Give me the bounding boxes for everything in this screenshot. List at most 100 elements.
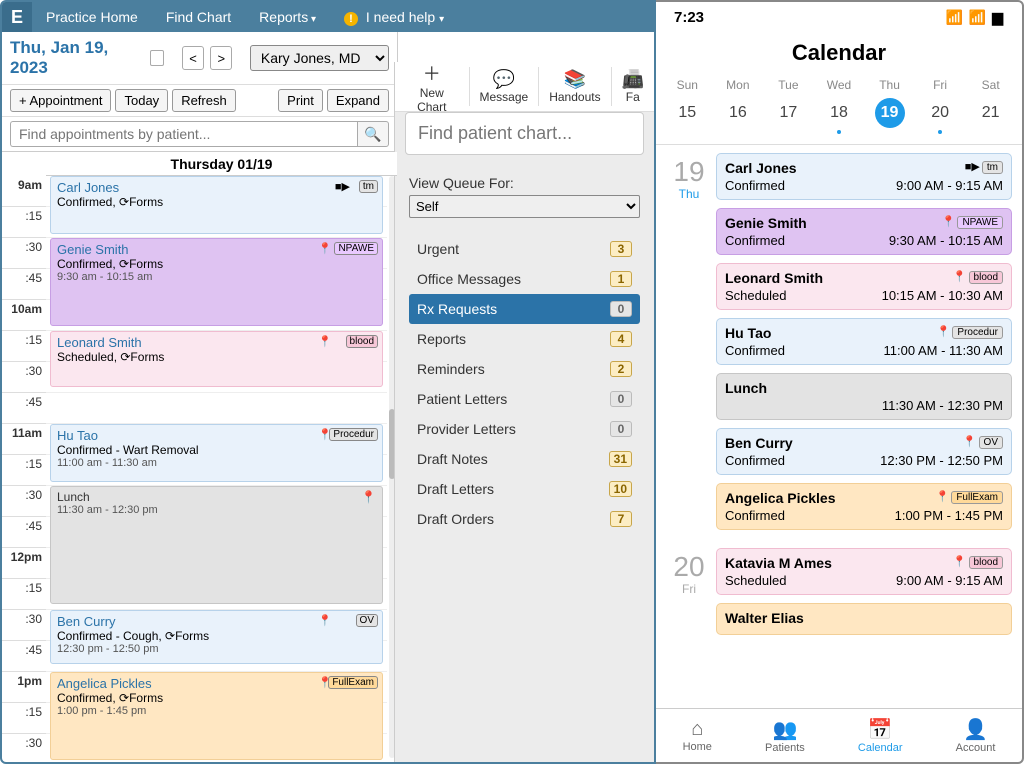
queue-label: Draft Notes bbox=[417, 451, 488, 467]
appt-status: Confirmed - Wart Removal bbox=[57, 443, 376, 457]
week-day[interactable]: Sun15 bbox=[667, 78, 707, 134]
screen-title: Calendar bbox=[656, 32, 1022, 78]
appt-time: 1:00 pm - 1:45 pm bbox=[57, 705, 376, 717]
week-day[interactable]: Wed18 bbox=[819, 78, 859, 134]
queue-row[interactable]: Reminders2 bbox=[409, 354, 640, 384]
mobile-appointment-card[interactable]: Angelica Pickles📍FullExamConfirmed1:00 P… bbox=[716, 483, 1012, 530]
queue-row[interactable]: Provider Letters0 bbox=[409, 414, 640, 444]
print-button[interactable]: Print bbox=[278, 89, 323, 112]
mobile-appointment-card[interactable]: Katavia M Ames📍bloodScheduled9:00 AM - 9… bbox=[716, 548, 1012, 595]
appointment-block[interactable]: Ben CurryConfirmed - Cough, ⟳Forms12:30 … bbox=[50, 610, 383, 664]
queue-row[interactable]: Patient Letters0 bbox=[409, 384, 640, 414]
appt-time: 11:30 AM - 12:30 PM bbox=[882, 398, 1003, 413]
appt-status: Confirmed, ⟳Forms bbox=[57, 257, 376, 271]
appointment-search-input[interactable] bbox=[10, 121, 357, 147]
pin-icon: 📍 bbox=[318, 335, 332, 348]
tab-calendar[interactable]: 📅Calendar bbox=[858, 717, 903, 754]
week-day[interactable]: Fri20 bbox=[920, 78, 960, 134]
refresh-button[interactable]: Refresh bbox=[172, 89, 236, 112]
calendar-icon[interactable] bbox=[150, 50, 165, 66]
queue-count: 4 bbox=[610, 331, 632, 347]
time-slot: :45 bbox=[2, 641, 46, 672]
appt-time: 9:30 am - 10:15 am bbox=[57, 271, 376, 283]
week-day[interactable]: Mon16 bbox=[718, 78, 758, 134]
status-icons: 📶 📶 ▆ bbox=[946, 9, 1004, 26]
appointment-block[interactable]: Genie SmithConfirmed, ⟳Forms9:30 am - 10… bbox=[50, 238, 383, 326]
mobile-appointment-card[interactable]: Carl Jones■▶tmConfirmed9:00 AM - 9:15 AM bbox=[716, 153, 1012, 200]
pin-icon: 📍 bbox=[318, 676, 332, 689]
nav-help[interactable]: ! I need help ▾ bbox=[330, 9, 458, 26]
mobile-appointment-card[interactable]: Ben Curry📍OVConfirmed12:30 PM - 12:50 PM bbox=[716, 428, 1012, 475]
today-button[interactable]: Today bbox=[115, 89, 168, 112]
queue-label: Reminders bbox=[417, 361, 485, 377]
pin-icon: 📍 bbox=[953, 556, 967, 568]
appointment-block[interactable]: Leonard SmithScheduled, ⟳Formsblood📍 bbox=[50, 331, 383, 387]
pin-icon: 📍 bbox=[942, 216, 956, 228]
prev-day-button[interactable]: < bbox=[182, 46, 204, 70]
time-slot: :45 bbox=[2, 393, 46, 424]
appointment-block[interactable]: Angelica PicklesConfirmed, ⟳Forms1:00 pm… bbox=[50, 672, 383, 760]
queue-row[interactable]: Rx Requests0 bbox=[409, 294, 640, 324]
nav-link[interactable]: Find Chart bbox=[152, 9, 245, 25]
appt-time: 11:00 AM - 11:30 AM bbox=[884, 343, 1003, 358]
appointment-block[interactable]: Lunch11:30 am - 12:30 pm📍 bbox=[50, 486, 383, 604]
queue-count: 10 bbox=[609, 481, 632, 497]
appt-status: Scheduled, ⟳Forms bbox=[57, 350, 376, 364]
fa-button[interactable]: 📠Fa bbox=[611, 67, 654, 106]
queue-count: 3 bbox=[610, 241, 632, 257]
nav-link[interactable]: Reports bbox=[245, 9, 330, 25]
find-patient-chart-input[interactable]: Find patient chart... bbox=[405, 112, 644, 155]
week-day[interactable]: Tue17 bbox=[768, 78, 808, 134]
handouts-button[interactable]: 📚Handouts bbox=[538, 67, 610, 106]
mobile-appointment-card[interactable]: Walter Elias bbox=[716, 603, 1012, 635]
appointment-block[interactable]: Hu TaoConfirmed - Wart Removal11:00 am -… bbox=[50, 424, 383, 482]
chip: blood bbox=[969, 271, 1003, 284]
home-icon: ⌂ bbox=[683, 718, 712, 741]
next-day-button[interactable]: > bbox=[210, 46, 232, 70]
mobile-appointment-card[interactable]: Lunch11:30 AM - 12:30 PM bbox=[716, 373, 1012, 420]
queue-count: 1 bbox=[610, 271, 632, 287]
mobile-appointment-card[interactable]: Genie Smith📍NPAWEConfirmed9:30 AM - 10:1… bbox=[716, 208, 1012, 255]
appt-status: Confirmed, ⟳Forms bbox=[57, 691, 376, 705]
message-button[interactable]: 💬Message bbox=[469, 67, 539, 106]
search-button[interactable]: 🔍 bbox=[357, 121, 389, 147]
tab-account[interactable]: 👤Account bbox=[956, 717, 996, 754]
top-nav: E Practice HomeFind ChartReports ! I nee… bbox=[2, 2, 654, 32]
queue-row[interactable]: Draft Notes 31 bbox=[409, 444, 640, 474]
appointment-block[interactable]: Carl JonesConfirmed, ⟳Formstm■▶ bbox=[50, 176, 383, 234]
patient-name: Katavia M Ames bbox=[725, 555, 832, 571]
queue-row[interactable]: Reports4 bbox=[409, 324, 640, 354]
appt-status: Scheduled bbox=[725, 573, 786, 588]
handouts-icon: 📚 bbox=[549, 69, 600, 90]
appt-time: 12:30 PM - 12:50 PM bbox=[880, 453, 1003, 468]
new-chart-button[interactable]: ＋New Chart bbox=[395, 58, 469, 116]
pin-icon: 📍 bbox=[318, 614, 332, 627]
queue-row[interactable]: Office Messages1 bbox=[409, 264, 640, 294]
view-queue-select[interactable]: Self bbox=[409, 195, 640, 218]
add-appointment-button[interactable]: + Appointment bbox=[10, 89, 111, 112]
queue-count: 7 bbox=[610, 511, 632, 527]
queue-row[interactable]: Urgent 3 bbox=[409, 234, 640, 264]
time-slot: :30 bbox=[2, 486, 46, 517]
queue-label: Patient Letters bbox=[417, 391, 507, 407]
tab-patients[interactable]: 👥Patients bbox=[765, 717, 805, 754]
week-day[interactable]: Sat21 bbox=[971, 78, 1011, 134]
time-slot: :15 bbox=[2, 331, 46, 362]
expand-button[interactable]: Expand bbox=[327, 89, 389, 112]
queue-label: Urgent bbox=[417, 241, 459, 257]
mobile-appointment-card[interactable]: Hu Tao📍ProcedurConfirmed11:00 AM - 11:30… bbox=[716, 318, 1012, 365]
pin-icon: 📍 bbox=[953, 271, 967, 283]
mobile-app: 7:23 📶 📶 ▆ Calendar Sun15Mon16Tue17Wed18… bbox=[656, 0, 1024, 764]
queue-row[interactable]: Draft Letters10 bbox=[409, 474, 640, 504]
tab-home[interactable]: ⌂Home bbox=[683, 718, 712, 753]
queue-count: 0 bbox=[610, 301, 632, 317]
provider-select[interactable]: Kary Jones, MD bbox=[250, 45, 389, 71]
nav-link[interactable]: Practice Home bbox=[32, 9, 152, 25]
mobile-appointment-card[interactable]: Leonard Smith📍bloodScheduled10:15 AM - 1… bbox=[716, 263, 1012, 310]
time-slot: :30 bbox=[2, 734, 46, 762]
time-slot: 10am bbox=[2, 300, 46, 331]
help-icon: ! bbox=[344, 12, 358, 26]
queue-count: 31 bbox=[609, 451, 632, 467]
queue-row[interactable]: Draft Orders7 bbox=[409, 504, 640, 534]
week-day[interactable]: Thu19 bbox=[870, 78, 910, 134]
